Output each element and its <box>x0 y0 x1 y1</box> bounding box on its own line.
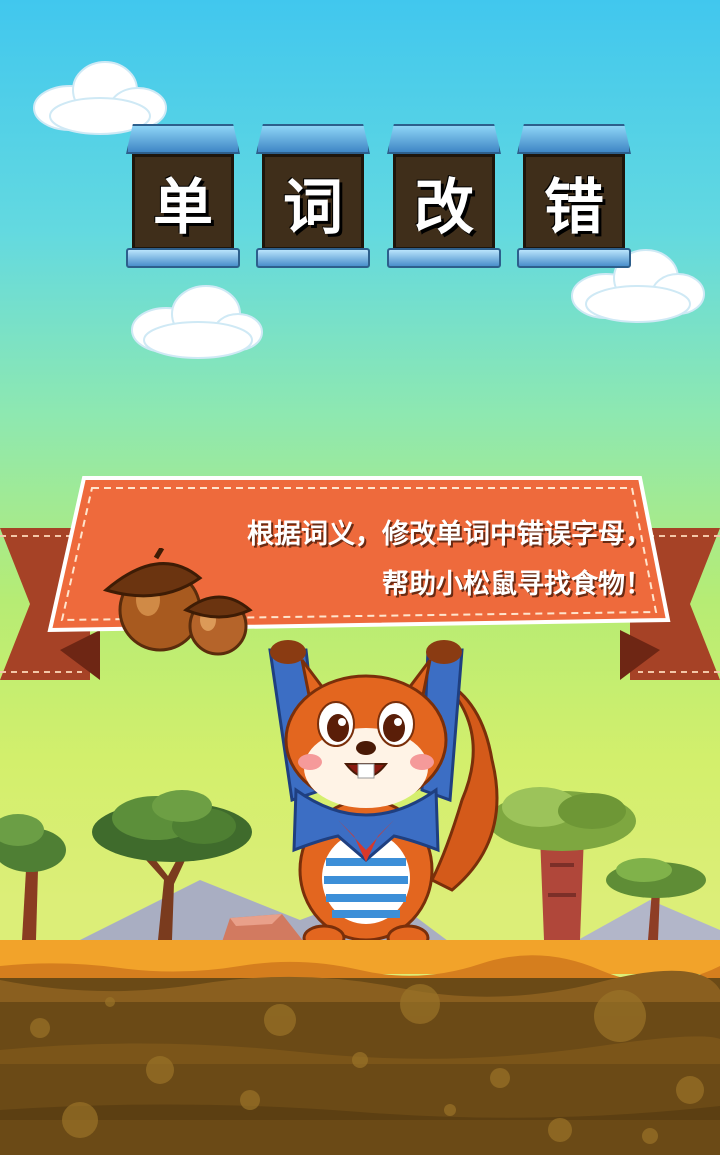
cloud-icon <box>131 285 263 359</box>
acacia-tree-icon <box>0 814 66 940</box>
squirrel-icon <box>268 640 499 950</box>
title-char: 词 <box>283 172 343 243</box>
ground <box>0 940 720 1155</box>
title-tile-2: 词 <box>256 124 370 270</box>
title-tile-1: 单 <box>126 124 240 270</box>
game-scene: 单 词 改 错 根据词义，修改单词中错误字母， 帮助小松鼠寻找食物！ <box>0 0 720 1155</box>
acacia-tree-icon <box>606 858 706 940</box>
acorn-icon <box>102 548 253 656</box>
title-char: 单 <box>153 172 213 243</box>
title-char: 改 <box>414 172 474 243</box>
title-char: 错 <box>544 172 604 243</box>
title-tile-4: 错 <box>517 124 631 270</box>
title-tile-3: 改 <box>387 124 501 270</box>
